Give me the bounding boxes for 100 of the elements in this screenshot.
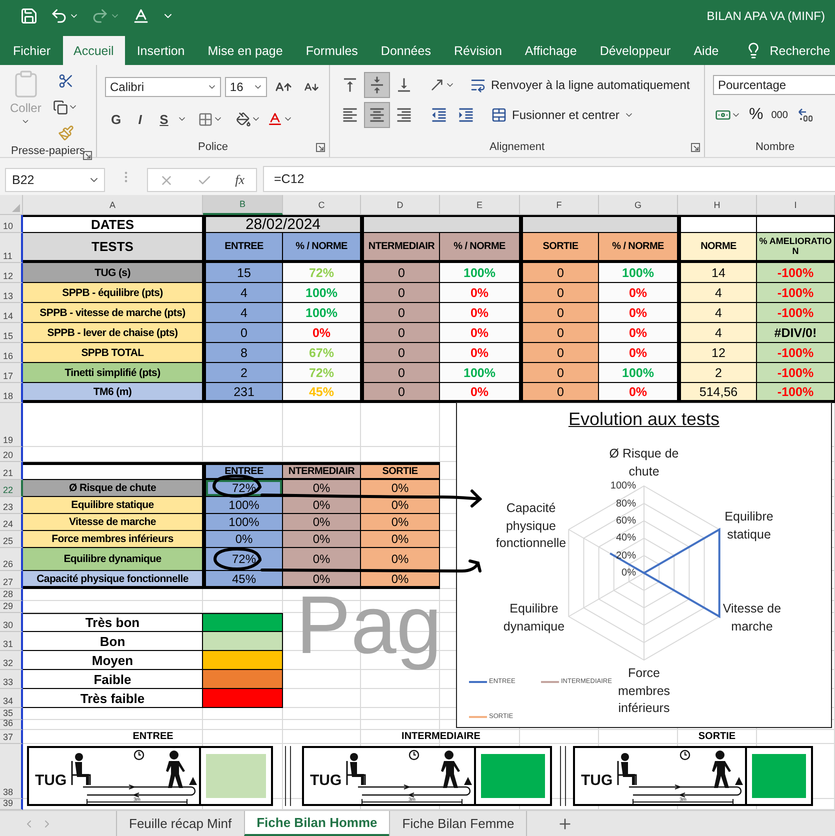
ribbon-tab[interactable]: Aide (682, 36, 730, 66)
test-label: TUG (581, 772, 613, 789)
row-header[interactable]: 32 (0, 651, 23, 670)
formula-field[interactable]: =C12 (263, 166, 835, 192)
percent-button[interactable]: % (747, 103, 766, 128)
ribbon-tab[interactable]: Accueil (62, 36, 125, 66)
table-cell[interactable]: 0% (283, 497, 361, 514)
ribbon-tab[interactable]: Mise en page (196, 36, 294, 66)
table-cell[interactable]: 0% (361, 571, 440, 590)
font-name-dropdown[interactable]: Calibri (105, 77, 221, 98)
table-cell[interactable]: 45% (203, 571, 283, 590)
merge-center-button[interactable]: Fusionner et centrer (489, 103, 636, 128)
ribbon-tab[interactable]: Insertion (126, 36, 196, 66)
dialog-launcher-icon[interactable] (316, 143, 325, 152)
row-header[interactable]: 11 (0, 233, 23, 264)
table-cell[interactable]: 0% (283, 531, 361, 548)
row-header[interactable]: 10 (0, 215, 23, 234)
sheet-tab[interactable]: Fiche Bilan Homme (244, 811, 390, 836)
row-header[interactable]: 17 (0, 363, 23, 384)
table-cell: -100% (757, 263, 835, 284)
save-icon[interactable] (20, 7, 38, 26)
row-header[interactable]: 15 (0, 323, 23, 344)
undo-icon[interactable] (50, 7, 68, 26)
column-header[interactable]: D (361, 195, 440, 216)
redo-icon[interactable] (91, 7, 109, 26)
row-header[interactable]: 39 (0, 799, 23, 810)
wrap-text-button[interactable]: Renvoyer à la ligne automatiquement (468, 73, 692, 98)
row-header[interactable]: 36 (0, 720, 23, 730)
name-box[interactable]: B22 (5, 168, 105, 192)
column-header[interactable]: G (599, 195, 678, 216)
row-header[interactable]: 33 (0, 670, 23, 690)
table-cell: 4 (678, 303, 757, 324)
ribbon-tab[interactable]: Fichier (2, 36, 62, 66)
column-header[interactable]: H (678, 195, 757, 216)
search-button[interactable]: Recherche (730, 36, 830, 66)
test-name-cell: TM6 (m) (23, 383, 203, 404)
column-header[interactable]: I (757, 195, 835, 216)
row-header[interactable]: 25 (0, 531, 23, 548)
table-cell[interactable]: 0% (361, 548, 440, 572)
thousands-button[interactable]: 000 (769, 103, 790, 128)
table-cell[interactable]: 0% (283, 514, 361, 532)
row-header[interactable]: 27 (0, 571, 23, 590)
row-header[interactable]: 20 (0, 447, 23, 462)
align-button[interactable] (365, 103, 389, 128)
row-header[interactable]: 23 (0, 497, 23, 514)
row-header[interactable]: 38 (0, 744, 23, 800)
column-header[interactable]: B (203, 195, 283, 216)
section-heading: ENTREE (132, 730, 174, 744)
ribbon-tab[interactable]: Développeur (588, 36, 682, 66)
row-header[interactable]: 19 (0, 403, 23, 448)
table-cell[interactable]: 100% (203, 514, 283, 532)
dialog-launcher-icon[interactable] (83, 151, 92, 160)
table-cell: 15 (203, 263, 283, 284)
table-cell: 4 (678, 283, 757, 304)
row-header[interactable]: 30 (0, 613, 23, 632)
format-button[interactable]: G (105, 107, 127, 132)
row-header[interactable]: 12 (0, 263, 23, 284)
row-header[interactable]: 18 (0, 383, 23, 404)
row-header[interactable]: 22 (0, 480, 23, 498)
column-header[interactable]: A (23, 195, 203, 216)
ribbon-tab[interactable]: Formules (294, 36, 369, 66)
ribbon-tab[interactable]: Révision (442, 36, 513, 66)
window-title: BILAN APA VA (MINF) (706, 9, 825, 24)
table-cell[interactable]: 0% (283, 548, 361, 572)
row-header[interactable]: 16 (0, 343, 23, 364)
table-cell[interactable]: 0% (203, 531, 283, 548)
format-button[interactable]: S (153, 107, 175, 132)
font-size-dropdown[interactable]: 16 (224, 77, 267, 98)
table-cell[interactable]: 0% (361, 514, 440, 532)
table-cell: 100% (440, 263, 520, 284)
axis-tick-label: 40% (616, 532, 636, 544)
table-cell[interactable]: 0% (361, 480, 440, 498)
row-header[interactable]: 37 (0, 730, 23, 744)
row-header[interactable]: 26 (0, 548, 23, 572)
table-cell[interactable]: 0% (283, 571, 361, 590)
ribbon-tab[interactable]: Affichage (514, 36, 588, 66)
row-header[interactable]: 35 (0, 708, 23, 720)
row-header[interactable]: 31 (0, 632, 23, 652)
row-header[interactable]: 14 (0, 303, 23, 324)
row-header[interactable]: 34 (0, 689, 23, 708)
row-header[interactable]: 21 (0, 462, 23, 480)
sheet-tab[interactable]: Fiche Bilan Femme (389, 811, 526, 836)
number-format-dropdown[interactable]: Pourcentage (713, 75, 835, 96)
row-header[interactable]: 29 (0, 601, 23, 614)
align-button[interactable] (365, 73, 389, 98)
column-header[interactable]: C (283, 195, 361, 216)
axis-tick-label: 80% (616, 498, 636, 510)
insert-function-button[interactable]: fx (235, 172, 245, 188)
row-header[interactable]: 28 (0, 589, 23, 602)
format-button[interactable]: I (129, 107, 151, 132)
row-header[interactable]: 13 (0, 283, 23, 304)
table-cell[interactable]: 0% (361, 497, 440, 514)
table-cell[interactable]: 100% (203, 497, 283, 514)
table-cell[interactable]: 0% (361, 531, 440, 548)
font-color-icon[interactable] (132, 7, 150, 26)
ribbon-tab[interactable]: Données (370, 36, 442, 66)
column-header[interactable]: E (440, 195, 520, 216)
row-header[interactable]: 24 (0, 514, 23, 532)
column-header[interactable]: F (520, 195, 599, 216)
dialog-launcher-icon[interactable] (691, 143, 700, 152)
